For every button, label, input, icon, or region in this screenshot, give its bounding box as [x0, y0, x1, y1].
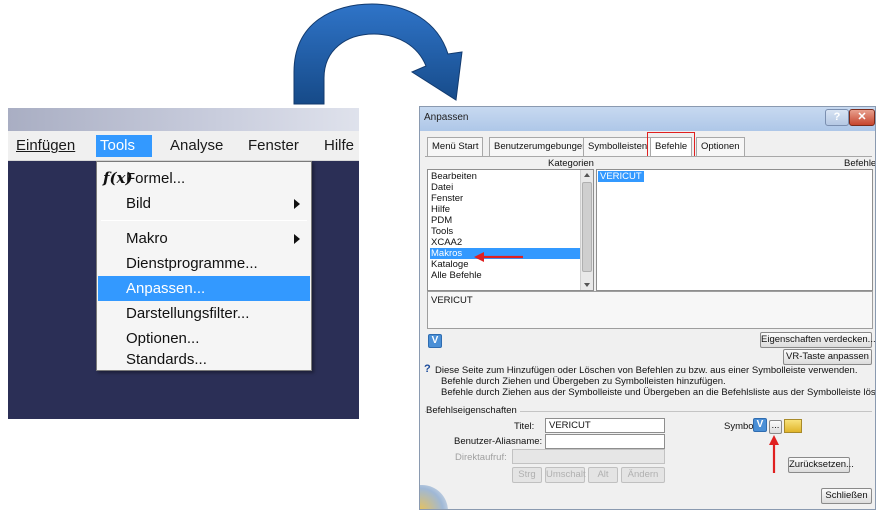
- menu-item-dienstprogramme[interactable]: Dienstprogramme...: [98, 251, 310, 276]
- list-item[interactable]: Datei: [430, 182, 453, 193]
- change-button[interactable]: Ändern: [621, 467, 665, 483]
- menu-item-label: Dienstprogramme...: [126, 255, 258, 272]
- submenu-arrow-icon: [294, 234, 300, 244]
- curved-arrow-icon: [293, 3, 463, 105]
- close-button[interactable]: Schließen: [821, 488, 872, 504]
- list-item[interactable]: Bearbeiten: [430, 171, 477, 182]
- title-field[interactable]: VERICUT: [545, 418, 665, 433]
- alias-field[interactable]: [545, 434, 665, 449]
- title-label: Titel:: [514, 421, 535, 432]
- info-icon: ?: [424, 363, 431, 375]
- description-box: VERICUT: [427, 291, 873, 329]
- alias-label: Benutzer-Aliasname:: [454, 436, 543, 447]
- menu-item-label: Standards...: [126, 351, 207, 368]
- menu-item-formel[interactable]: f(x) Formel...: [98, 166, 310, 191]
- menu-item-darstellungsfilter[interactable]: Darstellungsfilter...: [98, 301, 310, 326]
- menu-item-label: Formel...: [126, 170, 186, 187]
- formula-icon: f(x): [103, 169, 133, 187]
- red-pointer-arrow-icon: [474, 252, 523, 262]
- commands-header: Befehle: [844, 158, 876, 169]
- menu-item-label: Darstellungsfilter...: [126, 305, 250, 322]
- categories-scrollbar[interactable]: [580, 170, 593, 290]
- menu-item-optionen[interactable]: Optionen...: [98, 326, 310, 351]
- menu-item-makro[interactable]: Makro: [98, 226, 310, 251]
- shortcut-label: Direktaufruf:: [455, 452, 507, 463]
- tab-benutzerumgebungen[interactable]: Benutzerumgebungen: [489, 137, 593, 156]
- menu-hilfe[interactable]: Hilfe: [320, 135, 358, 157]
- red-up-arrow-icon: [769, 435, 779, 473]
- list-item[interactable]: Hilfe: [430, 204, 450, 215]
- menu-item-label: Optionen...: [126, 330, 200, 347]
- list-item[interactable]: XCAA2: [430, 237, 462, 248]
- group-title: Befehlseigenschaften: [426, 405, 520, 416]
- vericut-icon: V: [428, 334, 442, 348]
- menubar: Einfügen Tools Analyse Fenster Hilfe: [8, 131, 359, 161]
- alt-button[interactable]: Alt: [588, 467, 618, 483]
- info-text: Befehle durch Ziehen und Übergeben zu Sy…: [441, 376, 726, 387]
- close-icon[interactable]: ✕: [849, 109, 875, 126]
- list-item-selected[interactable]: VERICUT: [598, 171, 644, 182]
- menu-item-standards[interactable]: Standards...: [98, 351, 310, 371]
- menu-fenster[interactable]: Fenster: [244, 135, 303, 157]
- dialog-title: Anpassen: [424, 112, 469, 123]
- categories-header: Kategorien: [548, 158, 594, 169]
- symbol-preview-icon: V: [753, 418, 767, 432]
- info-text: Befehle durch Ziehen aus der Symbolleist…: [441, 387, 876, 398]
- description-text: VERICUT: [431, 295, 473, 306]
- app-logo: [420, 485, 448, 509]
- menu-tools[interactable]: Tools: [96, 135, 152, 157]
- menu-separator: [101, 220, 307, 221]
- browse-button[interactable]: ...: [769, 420, 782, 434]
- tab-symbolleisten[interactable]: Symbolleisten: [583, 137, 653, 156]
- customize-dialog: Anpassen ? ✕ Menü Start Benutzerumgebung…: [419, 106, 876, 510]
- list-item[interactable]: Tools: [430, 226, 453, 237]
- dialog-titlebar: Anpassen ? ✕: [420, 107, 875, 131]
- menu-item-anpassen[interactable]: Anpassen...: [98, 276, 310, 301]
- categories-list[interactable]: Bearbeiten Datei Fenster Hilfe PDM Tools…: [427, 169, 594, 291]
- menu-analyse[interactable]: Analyse: [166, 135, 227, 157]
- menu-einfuegen[interactable]: Einfügen: [12, 135, 79, 157]
- list-item[interactable]: PDM: [430, 215, 452, 226]
- commands-list[interactable]: VERICUT: [596, 169, 873, 291]
- submenu-arrow-icon: [294, 199, 300, 209]
- reset-button[interactable]: Zurücksetzen...: [788, 457, 854, 473]
- list-item[interactable]: Alle Befehle: [430, 270, 482, 281]
- scroll-up-icon[interactable]: [584, 173, 590, 177]
- list-item[interactable]: Kataloge: [430, 259, 469, 270]
- scroll-down-icon[interactable]: [584, 283, 590, 287]
- help-button[interactable]: ?: [825, 109, 849, 126]
- menu-item-label: Makro: [126, 230, 168, 247]
- window-titlebar: [8, 108, 359, 131]
- tab-optionen[interactable]: Optionen: [696, 137, 745, 156]
- tools-dropdown-menu: f(x) Formel... Bild Makro Dienstprogramm…: [96, 161, 312, 371]
- menu-item-bild[interactable]: Bild: [98, 191, 310, 216]
- tab-menu-start[interactable]: Menü Start: [427, 137, 484, 156]
- list-item[interactable]: Fenster: [430, 193, 463, 204]
- menu-window: Einfügen Tools Analyse Fenster Hilfe f(x…: [8, 108, 359, 419]
- info-text: Diese Seite zum Hinzufügen oder Löschen …: [435, 365, 858, 376]
- menu-item-label: Anpassen...: [126, 280, 206, 297]
- shift-button[interactable]: Umschalt: [545, 467, 586, 483]
- vr-key-button[interactable]: VR-Taste anpassen: [783, 349, 872, 365]
- menu-item-label: Bild: [126, 195, 152, 212]
- hide-properties-button[interactable]: Eigenschaften verdecken...: [760, 332, 875, 348]
- scroll-thumb[interactable]: [582, 182, 592, 272]
- folder-icon[interactable]: [784, 419, 802, 433]
- tab-highlight-box: [647, 132, 695, 157]
- ctrl-button[interactable]: Strg: [512, 467, 542, 483]
- shortcut-field[interactable]: [512, 449, 665, 464]
